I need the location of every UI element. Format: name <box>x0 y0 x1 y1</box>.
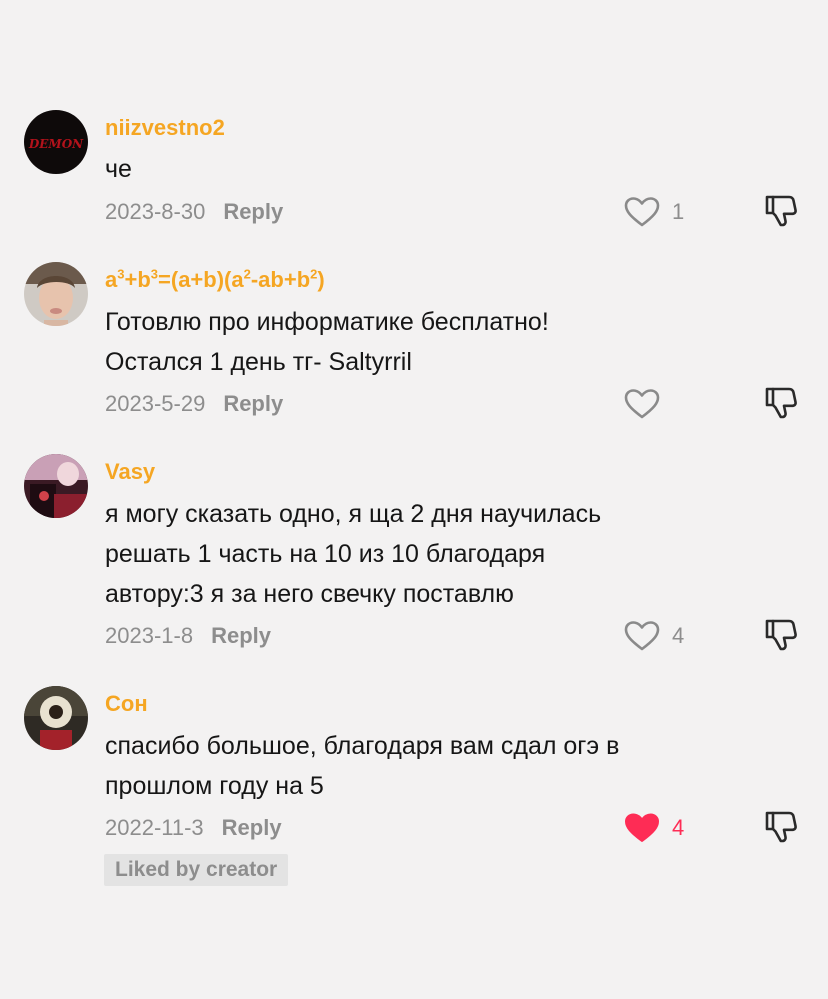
like-button[interactable] <box>624 384 672 424</box>
reply-button[interactable]: Reply <box>223 391 283 417</box>
avatar[interactable]: DEMON <box>24 110 88 174</box>
avatar[interactable] <box>24 686 88 750</box>
like-button[interactable]: 1 <box>624 192 684 232</box>
like-button[interactable]: 4 <box>624 616 684 656</box>
comment-text: че <box>105 149 745 189</box>
comment-username[interactable]: a3+b3=(a+b)(a2-ab+b2) <box>105 267 325 293</box>
thumbs-down-icon <box>765 811 797 843</box>
thumbs-down-icon <box>765 619 797 651</box>
comment-text: Готовлю про информатике бесплатно! Остал… <box>105 302 745 382</box>
heart-outline-icon <box>624 621 660 651</box>
comment-text: я могу сказать одно, я ща 2 дня научилас… <box>105 494 745 614</box>
comment-date: 2023-8-30 <box>105 199 206 224</box>
like-count: 4 <box>672 623 685 648</box>
avatar[interactable] <box>24 262 88 326</box>
heart-outline-icon <box>624 197 660 227</box>
comment-text-line: че <box>105 155 132 183</box>
reply-button[interactable]: Reply <box>223 199 283 225</box>
svg-text:DEMON: DEMON <box>28 137 84 151</box>
dislike-button[interactable] <box>762 616 802 656</box>
like-button[interactable]: 4 <box>624 808 684 848</box>
avatar[interactable] <box>24 454 88 518</box>
comment-username[interactable]: niizvestno2 <box>105 115 225 141</box>
comment-text-line: прошлом году на 5 <box>105 772 324 800</box>
reply-button[interactable]: Reply <box>211 623 271 649</box>
like-count: 1 <box>672 199 685 224</box>
comment-date: 2022-11-3 <box>105 815 204 840</box>
comment-meta: 2023-5-29 Reply <box>105 391 283 421</box>
comment-date: 2023-1-8 <box>105 623 194 648</box>
comment-text: спасибо большое, благодаря вам сдал огэ … <box>105 726 745 806</box>
reply-button[interactable]: Reply <box>222 815 282 841</box>
comment-meta: 2023-1-8 Reply <box>105 623 271 653</box>
comment-date: 2023-5-29 <box>105 391 206 416</box>
comment-text-line: решать 1 часть на 10 из 10 благодаря <box>105 540 546 568</box>
comment-text-line: спасибо большое, благодаря вам сдал огэ … <box>105 732 620 760</box>
comment-text-line: Готовлю про информатике бесплатно! <box>105 308 549 336</box>
dislike-button[interactable] <box>762 192 802 232</box>
comment-text-line: Остался 1 день тг- Saltyrril <box>105 348 412 376</box>
liked-by-creator-badge: Liked by creator <box>104 854 289 886</box>
heart-outline-icon <box>624 389 660 419</box>
comment-text-line: автору:3 я за него свечку поставлю <box>105 580 514 608</box>
dislike-button[interactable] <box>762 808 802 848</box>
thumbs-down-icon <box>765 195 797 227</box>
comment-meta: 2022-11-3 Reply <box>105 815 282 845</box>
comment-meta: 2023-8-30 Reply <box>105 199 283 229</box>
comment-text-line: я могу сказать одно, я ща 2 дня научилас… <box>105 500 602 528</box>
dislike-button[interactable] <box>762 384 802 424</box>
heart-filled-icon <box>625 813 659 842</box>
comment-username[interactable]: Сон <box>105 691 148 717</box>
thumbs-down-icon <box>765 387 797 419</box>
like-count: 4 <box>672 815 685 840</box>
comment-username[interactable]: Vasy <box>105 459 155 485</box>
